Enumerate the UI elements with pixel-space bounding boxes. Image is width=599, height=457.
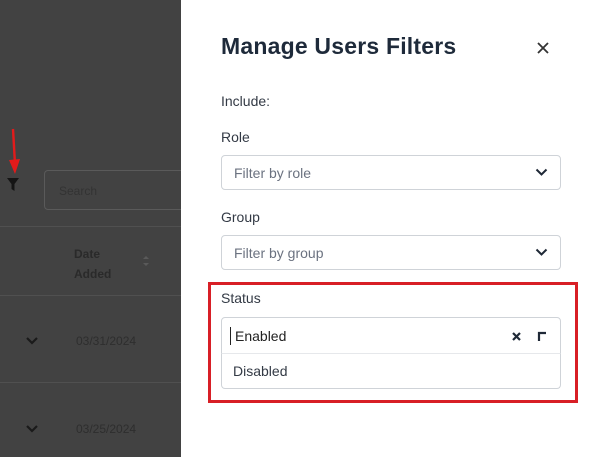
- background-column-header: Date Added: [74, 244, 134, 284]
- role-placeholder: Filter by role: [234, 165, 312, 181]
- divider: [0, 226, 181, 227]
- status-selected-value: Enabled: [235, 328, 287, 344]
- filters-drawer: Manage Users Filters Include: Role Filte…: [181, 0, 599, 457]
- divider: [0, 295, 181, 296]
- include-label: Include:: [221, 93, 271, 109]
- status-dropdown-menu: Disabled: [221, 353, 561, 389]
- background-row-date: 03/25/2024: [76, 422, 137, 436]
- text-caret: [230, 327, 231, 345]
- chevron-down-icon[interactable]: [535, 168, 548, 177]
- sort-icon: [143, 256, 149, 266]
- drawer-title: Manage Users Filters: [221, 33, 457, 59]
- chevron-down-icon[interactable]: [535, 248, 548, 257]
- status-option-disabled[interactable]: Disabled: [222, 354, 560, 388]
- close-icon[interactable]: [534, 39, 552, 57]
- background-row-date: 03/31/2024: [76, 334, 137, 348]
- status-label: Status: [221, 290, 261, 306]
- background-search-placeholder: Search: [59, 184, 98, 198]
- chevron-down-icon: [26, 425, 38, 433]
- group-placeholder: Filter by group: [234, 245, 324, 261]
- chevron-down-icon: [26, 337, 38, 345]
- background-page-overlay: Search Date Added 03/31/2024 03/25/2024: [0, 0, 181, 457]
- annotation-arrow-icon: [9, 128, 20, 174]
- column-header-label: Date Added: [74, 247, 112, 281]
- divider: [0, 382, 181, 383]
- group-select[interactable]: Filter by group: [221, 235, 561, 270]
- status-select[interactable]: Enabled: [221, 317, 561, 354]
- role-label: Role: [221, 129, 250, 145]
- role-select[interactable]: Filter by role: [221, 155, 561, 190]
- funnel-icon: [7, 178, 19, 191]
- corner-arrow-icon[interactable]: [537, 330, 548, 342]
- clear-x-icon[interactable]: [511, 331, 522, 342]
- group-label: Group: [221, 209, 260, 225]
- background-search-input: Search: [44, 170, 181, 210]
